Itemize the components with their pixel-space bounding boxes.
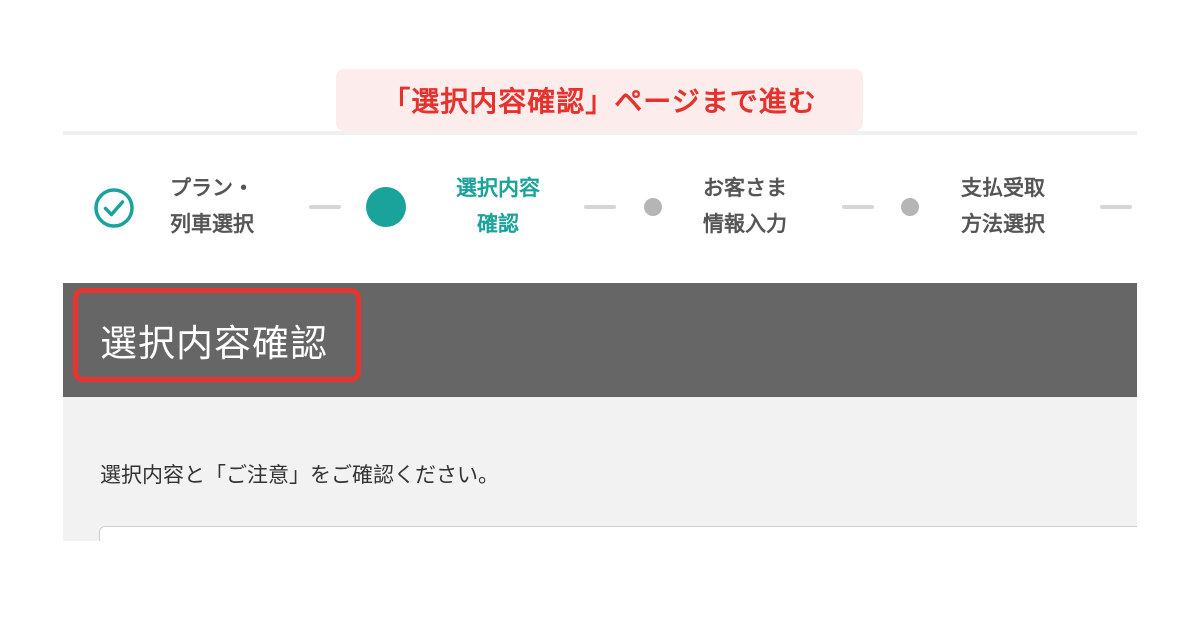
step-payment-pickup-label: 支払受取 方法選択 bbox=[961, 170, 1045, 242]
step-connector bbox=[584, 205, 616, 209]
step-selection-confirm-label: 選択内容 確認 bbox=[444, 170, 552, 242]
step-label-line1: お客さま bbox=[703, 176, 787, 200]
booking-screenshot: プラン・ 列車選択 選択内容 確認 お客さま 情報入力 支払受取 方法選択 選択… bbox=[63, 131, 1137, 541]
step-label-line2: 確認 bbox=[477, 212, 519, 236]
callout-text: 「選択内容確認」ページまで進む bbox=[382, 85, 817, 118]
step-label-line1: 選択内容 bbox=[456, 176, 540, 200]
top-divider bbox=[63, 131, 1137, 135]
instruction-text: 選択内容と「ご注意」をご確認ください。 bbox=[100, 463, 499, 487]
step-connector bbox=[1100, 205, 1132, 209]
page-header: 選択内容確認 bbox=[63, 283, 1137, 397]
check-circle-icon bbox=[93, 187, 135, 233]
details-panel bbox=[99, 526, 1137, 541]
main-content: 選択内容と「ご注意」をご確認ください。 bbox=[63, 397, 1137, 541]
step-plan-train-label: プラン・ 列車選択 bbox=[170, 170, 254, 242]
step-label-line2: 情報入力 bbox=[703, 212, 787, 236]
step-dot bbox=[644, 198, 662, 216]
title-highlight-frame bbox=[73, 288, 361, 382]
step-connector bbox=[309, 205, 341, 209]
step-label-line2: 方法選択 bbox=[961, 212, 1045, 236]
step-label-line2: 列車選択 bbox=[170, 212, 254, 236]
step-dot bbox=[901, 198, 919, 216]
step-label-line1: 支払受取 bbox=[961, 176, 1045, 200]
step-customer-info-label: お客さま 情報入力 bbox=[703, 170, 787, 242]
current-step-dot bbox=[366, 187, 406, 227]
step-connector bbox=[842, 205, 874, 209]
step-label-line1: プラン・ bbox=[170, 176, 254, 200]
instruction-callout: 「選択内容確認」ページまで進む bbox=[336, 69, 863, 131]
